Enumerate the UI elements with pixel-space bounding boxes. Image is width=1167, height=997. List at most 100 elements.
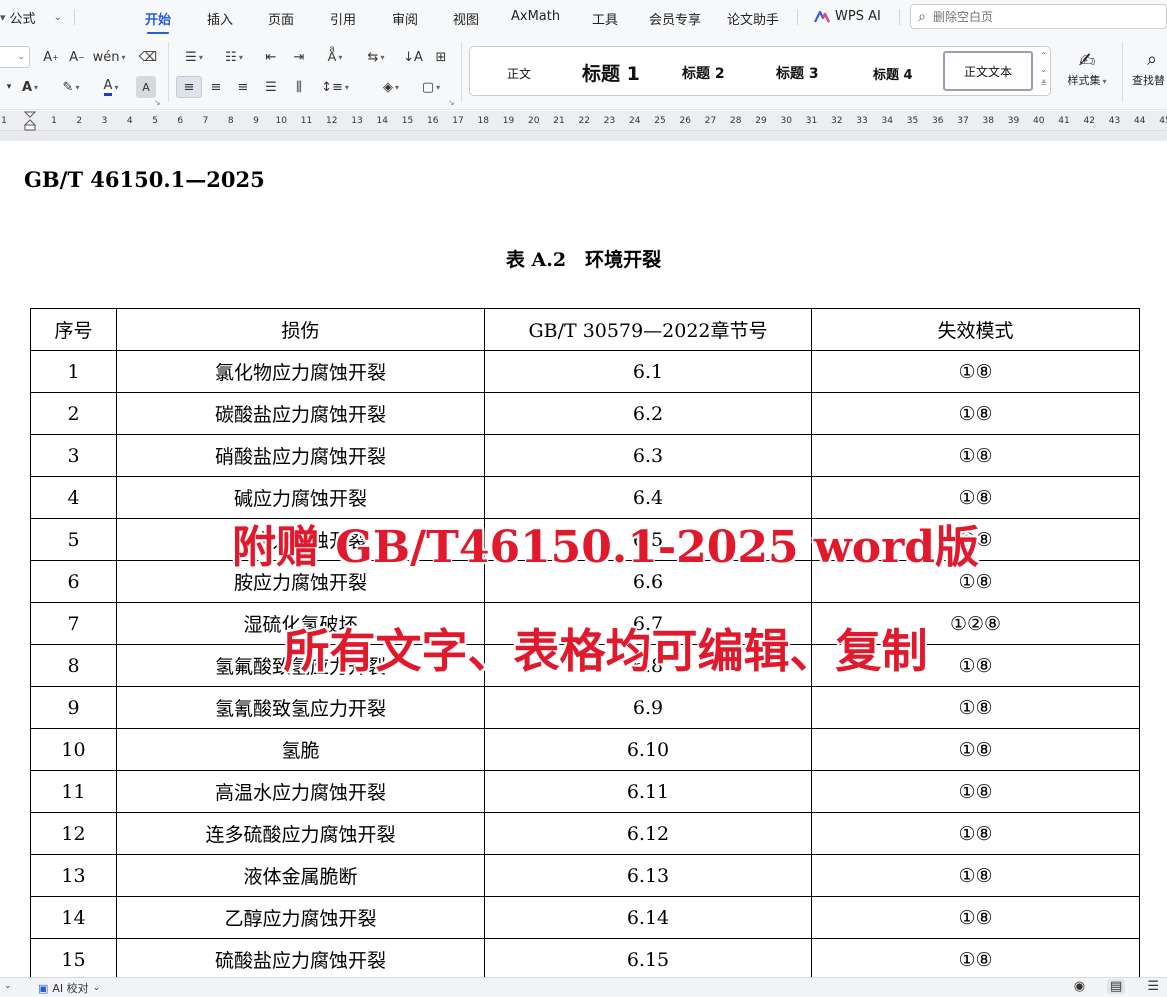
cell-serial[interactable]: 1 — [30, 350, 117, 393]
chevron-down-icon[interactable]: ⌄ — [4, 981, 12, 991]
cell-serial[interactable]: 11 — [30, 770, 117, 813]
style-heading-2[interactable]: 标题 2 — [682, 63, 725, 83]
indent-marker-icon[interactable] — [24, 111, 36, 131]
chevron-up-icon[interactable]: ⌃ — [1040, 51, 1047, 60]
tab-page[interactable]: 页面 — [268, 9, 294, 28]
cell-failure-mode[interactable]: ①⑧ — [811, 728, 1140, 771]
cell-serial[interactable]: 13 — [30, 854, 117, 897]
style-set-button[interactable]: ✍ 样式集 ▾ — [1062, 48, 1112, 88]
cell-section[interactable]: 6.1 — [484, 350, 812, 393]
paragraph-dialog-launcher-icon[interactable]: ↘ — [448, 98, 455, 107]
char-shading-icon[interactable]: A — [136, 76, 156, 98]
cell-serial[interactable]: 5 — [30, 518, 117, 561]
cell-damage[interactable]: 氢脆 — [116, 728, 485, 771]
cell-serial[interactable]: 9 — [30, 686, 117, 729]
cell-section[interactable]: 6.9 — [484, 686, 812, 729]
cell-section[interactable]: 6.11 — [484, 770, 812, 813]
align-right-icon[interactable]: ≡ — [230, 76, 256, 98]
cell-damage[interactable]: 湿硫化氢破坏 — [116, 602, 485, 645]
cell-section[interactable]: 6.7 — [484, 602, 812, 645]
align-left-icon[interactable]: ≡ — [176, 76, 202, 98]
cell-section[interactable]: 6.3 — [484, 434, 812, 477]
distributed-align-icon[interactable]: ⫼ — [286, 76, 312, 98]
cell-damage[interactable]: 氨应力腐蚀开裂 — [116, 518, 485, 561]
cell-damage[interactable]: 碱应力腐蚀开裂 — [116, 476, 485, 519]
cell-serial[interactable]: 6 — [30, 560, 117, 603]
cell-failure-mode[interactable]: ①⑧ — [811, 476, 1140, 519]
show-marks-icon[interactable]: ⊞ — [428, 46, 454, 68]
cell-damage[interactable]: 碳酸盐应力腐蚀开裂 — [116, 392, 485, 435]
cell-serial[interactable]: 8 — [30, 644, 117, 687]
cell-section[interactable]: 6.12 — [484, 812, 812, 855]
tab-insert[interactable]: 插入 — [207, 9, 233, 28]
cell-failure-mode[interactable]: ①⑧ — [811, 434, 1140, 477]
phonetic-guide-icon[interactable]: wén ▾ — [93, 46, 126, 68]
styles-scroll[interactable]: ⌃ ⌄ ≚ — [1040, 51, 1047, 88]
search-input[interactable] — [933, 9, 1133, 24]
cell-failure-mode[interactable]: ①⑧ — [811, 812, 1140, 855]
cell-serial[interactable]: 2 — [30, 392, 117, 435]
cell-serial[interactable]: 14 — [30, 896, 117, 939]
bullet-list-icon[interactable]: ☰ ▾ — [178, 46, 210, 68]
style-body-text[interactable]: 正文文本 — [943, 51, 1033, 91]
cell-failure-mode[interactable]: ①⑧ — [811, 560, 1140, 603]
change-case-icon[interactable]: Aͣ ▾ — [318, 46, 352, 68]
header-failure-mode[interactable]: 失效模式 — [811, 308, 1140, 351]
cell-section[interactable]: 6.8 — [484, 644, 812, 687]
cell-section[interactable]: 6.14 — [484, 896, 812, 939]
cell-section[interactable]: 6.5 — [484, 518, 812, 561]
tab-wps-ai[interactable]: WPS AI — [814, 9, 881, 24]
cell-damage[interactable]: 氢氰酸致氢应力开裂 — [116, 686, 485, 729]
header-damage[interactable]: 损伤 — [116, 308, 485, 351]
find-replace-button[interactable]: ⌕ 查找替 — [1132, 48, 1167, 88]
cell-failure-mode[interactable]: ①⑧ — [811, 854, 1140, 897]
cell-section[interactable]: 6.10 — [484, 728, 812, 771]
text-effect-icon[interactable]: A ▾ — [14, 76, 46, 98]
tab-member[interactable]: 会员专享 — [649, 9, 701, 28]
expand-icon[interactable]: ≚ — [1040, 79, 1047, 88]
cell-damage[interactable]: 硫酸盐应力腐蚀开裂 — [116, 938, 485, 977]
font-size-dropdown[interactable]: ⌄ — [0, 46, 30, 68]
cell-damage[interactable]: 液体金属脆断 — [116, 854, 485, 897]
cell-failure-mode[interactable]: ①⑧ — [811, 350, 1140, 393]
paragraph-shading-icon[interactable]: ◈ ▾ — [375, 76, 407, 98]
justify-icon[interactable]: ☰ — [258, 76, 284, 98]
header-serial[interactable]: 序号 — [30, 308, 117, 351]
outline-view-icon[interactable]: ☰ — [1147, 979, 1159, 994]
cell-damage[interactable]: 连多硫酸应力腐蚀开裂 — [116, 812, 485, 855]
decrease-indent-icon[interactable]: ⇤ — [258, 46, 284, 68]
style-normal[interactable]: 正文 — [507, 65, 531, 82]
eye-icon[interactable]: ◉ — [1074, 979, 1085, 994]
cell-serial[interactable]: 3 — [30, 434, 117, 477]
formula-menu[interactable]: ▾ 公式 ⌄ — [0, 8, 62, 27]
line-spacing-icon[interactable]: ↕≡ ▾ — [318, 76, 352, 98]
font-color-icon[interactable]: A ▾ — [95, 76, 127, 98]
eraser-icon[interactable]: ⌫ — [135, 46, 161, 68]
numbered-list-icon[interactable]: ☷ ▾ — [218, 46, 250, 68]
horizontal-ruler[interactable]: 1 1 2 3 4 5 6 7 8 9 10 11 12 13 14 15 16 17 18 19 20 21 22 23 2… — [0, 111, 1167, 131]
borders-icon[interactable]: ▢ ▾ — [415, 76, 447, 98]
cell-section[interactable]: 6.13 — [484, 854, 812, 897]
cell-serial[interactable]: 15 — [30, 938, 117, 977]
cell-failure-mode[interactable]: ①⑧ — [811, 392, 1140, 435]
tab-references[interactable]: 引用 — [330, 9, 356, 28]
align-center-icon[interactable]: ≡ — [203, 76, 229, 98]
tab-tools[interactable]: 工具 — [592, 9, 618, 28]
ai-proofread-button[interactable]: ▣ AI 校对 ⌄ — [38, 980, 100, 996]
cell-damage[interactable]: 高温水应力腐蚀开裂 — [116, 770, 485, 813]
cell-serial[interactable]: 4 — [30, 476, 117, 519]
cell-failure-mode[interactable]: ①⑧ — [811, 896, 1140, 939]
cell-failure-mode[interactable]: ①⑧ — [811, 938, 1140, 977]
cell-failure-mode[interactable]: ①⑧ — [811, 686, 1140, 729]
cell-section[interactable]: 6.4 — [484, 476, 812, 519]
page-view-icon[interactable]: ▤ — [1107, 979, 1126, 994]
decrease-font-icon[interactable]: A − — [64, 46, 90, 68]
cell-damage[interactable]: 氯化物应力腐蚀开裂 — [116, 350, 485, 393]
cell-damage[interactable]: 硝酸盐应力腐蚀开裂 — [116, 434, 485, 477]
line-direction-icon[interactable]: ⇆ ▾ — [360, 46, 392, 68]
increase-font-icon[interactable]: A + — [38, 46, 64, 68]
cell-section[interactable]: 6.15 — [484, 938, 812, 977]
tab-axmath[interactable]: AxMath — [511, 9, 560, 24]
cell-damage[interactable]: 胺应力腐蚀开裂 — [116, 560, 485, 603]
style-heading-1[interactable]: 标题 1 — [582, 59, 640, 86]
